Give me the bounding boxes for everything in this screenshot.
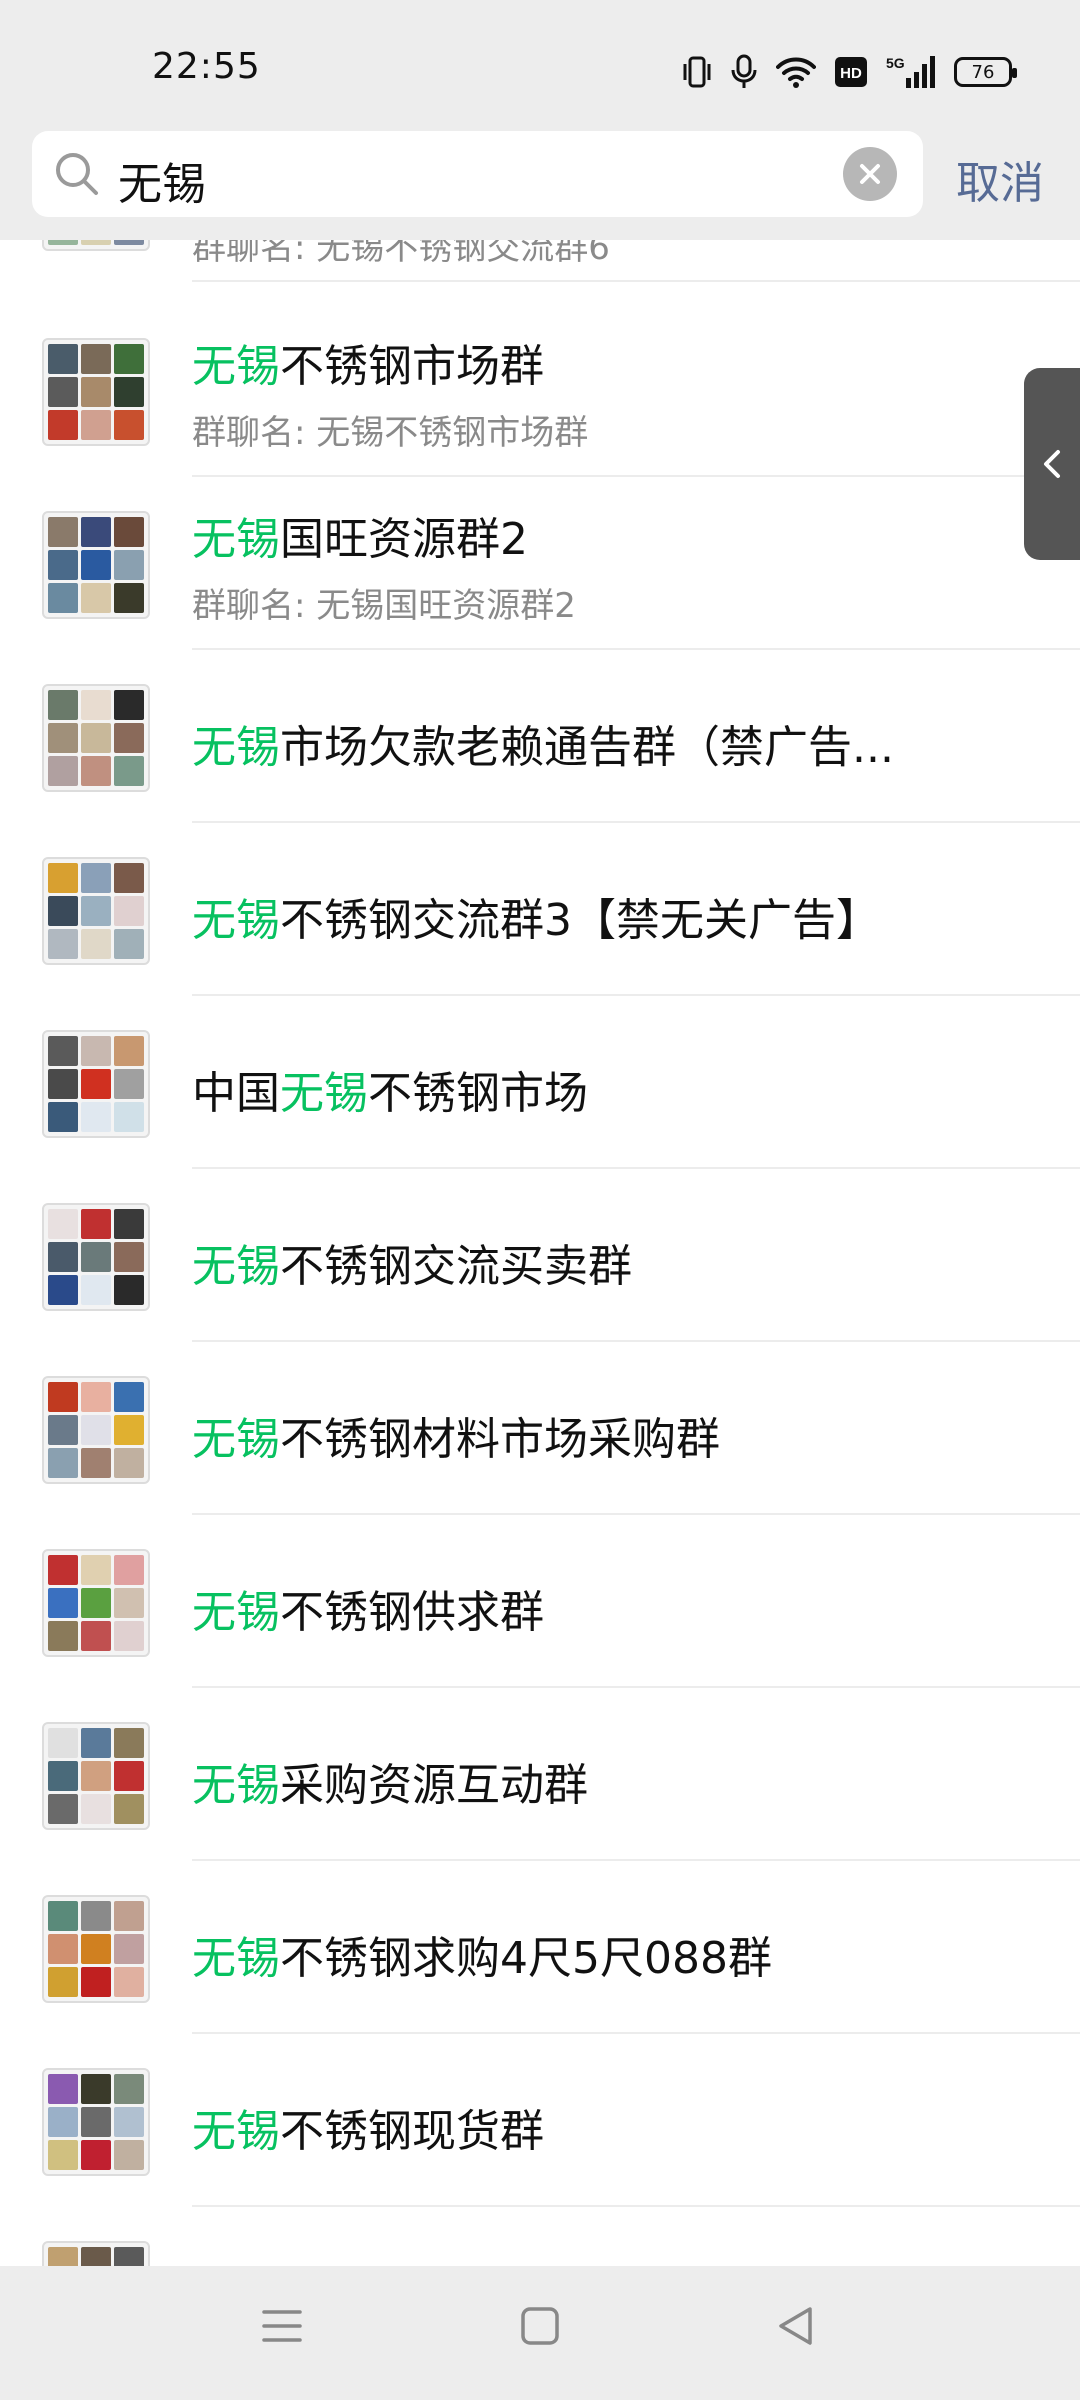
- group-title: 无锡国旺资源群2: [192, 514, 528, 565]
- group-title: 无锡不锈钢材料市场采购群: [192, 1414, 720, 1465]
- list-item[interactable]: 无锡不锈钢交流群3【禁无关广告】: [0, 824, 1080, 996]
- wifi-icon: [776, 55, 816, 89]
- group-avatar: [42, 1895, 150, 2003]
- group-title: 无锡不锈钢现货群: [192, 2106, 544, 2157]
- group-avatar: [42, 1376, 150, 1484]
- group-avatar: [42, 1722, 150, 1830]
- svg-text:HD: HD: [840, 65, 862, 82]
- signal-5g-icon: 5G: [886, 54, 936, 90]
- search-input[interactable]: 无锡: [32, 131, 923, 217]
- group-avatar: [42, 684, 150, 792]
- top-bar: 22:55 HD 5G 76 无锡 取消: [0, 0, 1080, 240]
- close-icon: [860, 164, 880, 184]
- divider: [192, 821, 1080, 823]
- group-title: 中国无锡不锈钢市场: [192, 1068, 588, 1119]
- group-title: 无锡不锈钢供求群: [192, 1587, 544, 1638]
- divider: [192, 475, 1080, 477]
- search-highlight: 无锡: [192, 722, 280, 773]
- search-highlight: 无锡: [192, 341, 280, 392]
- divider: [192, 1859, 1080, 1861]
- clear-search-button[interactable]: [843, 147, 897, 201]
- chevron-left-icon: [1044, 450, 1060, 478]
- status-time: 22:55: [152, 46, 261, 87]
- home-icon[interactable]: [520, 2304, 560, 2352]
- search-icon: [52, 149, 102, 203]
- list-item[interactable]: 群聊名: 无锡不锈钢交流群6: [0, 240, 1080, 282]
- vibrate-icon: [682, 54, 712, 90]
- divider: [192, 280, 1080, 282]
- divider: [192, 1513, 1080, 1515]
- group-avatar: [42, 511, 150, 619]
- divider: [192, 1167, 1080, 1169]
- list-item[interactable]: 无锡不锈钢交流买卖群: [0, 1170, 1080, 1342]
- list-item[interactable]: 无锡不锈钢市场群 群聊名: 无锡不锈钢市场群: [0, 305, 1080, 477]
- search-results-list[interactable]: 群聊名: 无锡不锈钢交流群6 无锡不锈钢市场群 群聊名: 无锡不锈钢市场群 无锡…: [0, 240, 1080, 2266]
- group-avatar: [42, 857, 150, 965]
- divider: [192, 1340, 1080, 1342]
- search-highlight: 无锡: [192, 895, 280, 946]
- hd-icon: HD: [834, 56, 868, 88]
- list-item[interactable]: 无锡市场欠款老赖通告群（禁广告...: [0, 651, 1080, 823]
- search-highlight: 无锡: [192, 1760, 280, 1811]
- group-avatar: [42, 338, 150, 446]
- list-item[interactable]: 中国无锡不锈钢市场: [0, 997, 1080, 1169]
- list-item[interactable]: 无锡采购资源互动群: [0, 1689, 1080, 1861]
- divider: [192, 2032, 1080, 2034]
- group-title: 无锡不锈钢市场群: [192, 341, 544, 392]
- svg-text:5G: 5G: [886, 55, 905, 71]
- group-avatar: [42, 2241, 150, 2266]
- group-chat-name: 群聊名: 无锡不锈钢市场群: [192, 413, 589, 453]
- group-avatar: [42, 2068, 150, 2176]
- menu-icon[interactable]: [262, 2304, 302, 2352]
- search-highlight: 无锡: [192, 1587, 280, 1638]
- battery-level: 76: [971, 61, 995, 83]
- cancel-button[interactable]: 取消: [956, 147, 1044, 211]
- search-highlight: 无锡: [280, 1068, 368, 1119]
- group-chat-name: 群聊名: 无锡国旺资源群2: [192, 586, 576, 626]
- search-query[interactable]: 无锡: [118, 148, 206, 212]
- list-item[interactable]: 无锡不锈钢供求群: [0, 1516, 1080, 1688]
- group-avatar: [42, 1030, 150, 1138]
- divider: [192, 648, 1080, 650]
- list-item[interactable]: [0, 2208, 1080, 2266]
- search-highlight: 无锡: [192, 1933, 280, 1984]
- group-title: 无锡不锈钢交流买卖群: [192, 1241, 632, 1292]
- status-icons: HD 5G 76: [682, 52, 1017, 92]
- list-item[interactable]: 无锡不锈钢材料市场采购群: [0, 1343, 1080, 1515]
- group-title: 无锡不锈钢求购4尺5尺088群: [192, 1933, 772, 1984]
- group-chat-name: 群聊名: 无锡不锈钢交流群6: [192, 240, 610, 268]
- search-highlight: 无锡: [192, 1414, 280, 1465]
- list-item[interactable]: 无锡不锈钢现货群: [0, 2035, 1080, 2207]
- list-item[interactable]: 无锡国旺资源群2 群聊名: 无锡国旺资源群2: [0, 478, 1080, 650]
- list-item[interactable]: 无锡不锈钢求购4尺5尺088群: [0, 1862, 1080, 2034]
- group-title: 无锡不锈钢交流群3【禁无关广告】: [192, 895, 880, 946]
- battery-icon: 76: [954, 57, 1017, 87]
- group-title: 无锡市场欠款老赖通告群（禁广告...: [192, 722, 894, 773]
- search-highlight: 无锡: [192, 2106, 280, 2157]
- system-nav-bar: [0, 2266, 1080, 2400]
- search-highlight: 无锡: [192, 1241, 280, 1292]
- divider: [192, 1686, 1080, 1688]
- divider: [192, 2205, 1080, 2207]
- group-title: 无锡采购资源互动群: [192, 1760, 588, 1811]
- divider: [192, 994, 1080, 996]
- microphone-icon: [730, 54, 758, 90]
- search-highlight: 无锡: [192, 514, 280, 565]
- group-avatar: [42, 240, 150, 251]
- group-avatar: [42, 1549, 150, 1657]
- back-icon[interactable]: [776, 2304, 816, 2352]
- group-avatar: [42, 1203, 150, 1311]
- side-panel-handle[interactable]: [1024, 368, 1080, 560]
